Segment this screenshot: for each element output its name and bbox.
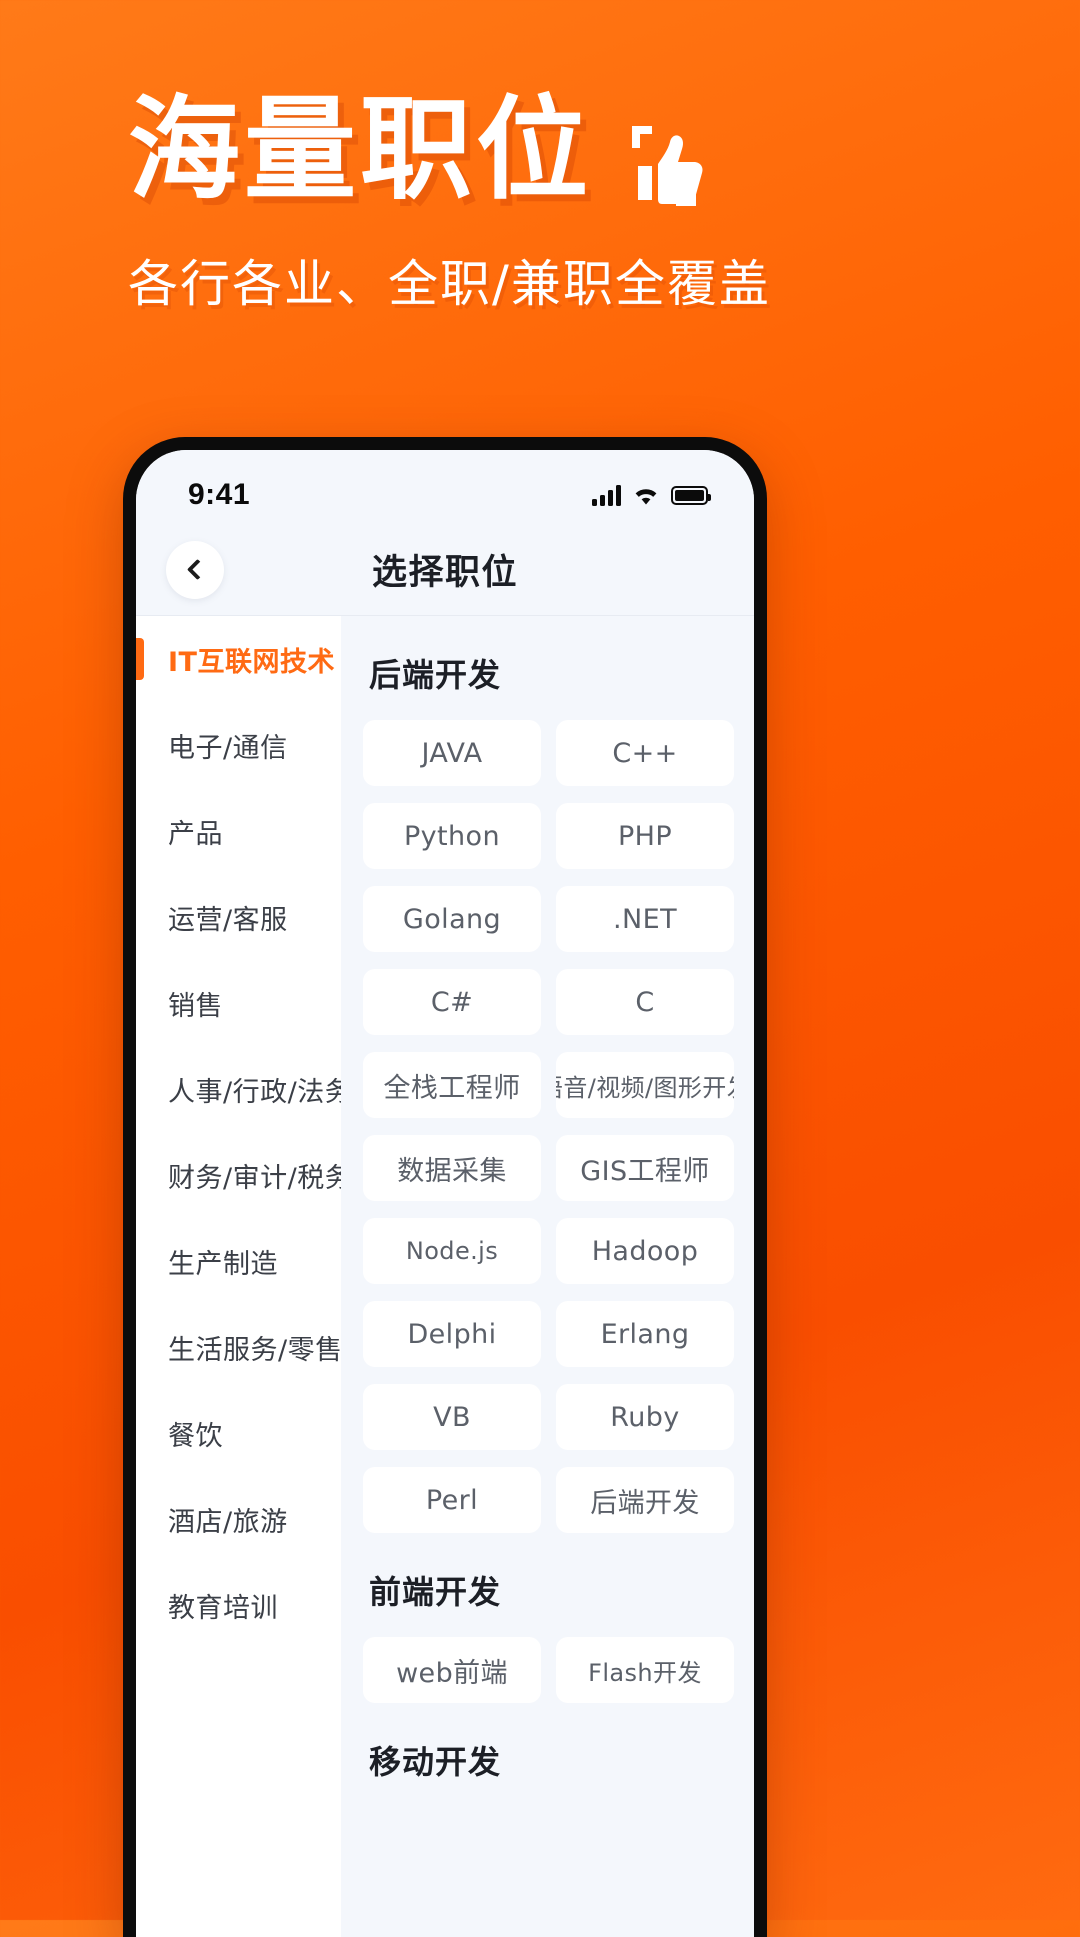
job-tag[interactable]: Erlang	[556, 1301, 734, 1367]
sidebar-item-label: IT互联网技术	[168, 646, 335, 678]
phone-screen: 9:41 选择职位 IT互联网技术 电子/通信产品运营/客服销售人事/行政/法务财…	[136, 450, 754, 1937]
tag-grid: web前端 Flash开发	[363, 1637, 734, 1703]
cellular-signal-icon	[592, 484, 621, 506]
job-tag[interactable]: 全栈工程师	[363, 1052, 541, 1118]
sidebar-item-9[interactable]: 餐饮	[136, 1390, 341, 1476]
sidebar-item-label: 餐饮	[168, 1420, 223, 1452]
job-tag[interactable]: web前端	[363, 1637, 541, 1703]
sidebar-item-1[interactable]: 电子/通信	[136, 702, 341, 788]
section-title: 后端开发	[369, 656, 502, 694]
headline-row: 海量职位	[128, 85, 1080, 215]
status-time: 9:41	[188, 478, 251, 511]
content-area: IT互联网技术 电子/通信产品运营/客服销售人事/行政/法务 财务/审计/税务 生产制…	[136, 616, 754, 1937]
job-tag[interactable]: Golang	[363, 886, 541, 952]
nav-title: 选择职位	[371, 553, 518, 593]
sidebar-item-8[interactable]: 生活服务/零售	[136, 1304, 341, 1390]
job-tag[interactable]: Node.js	[363, 1218, 541, 1284]
chevron-left-icon	[186, 558, 209, 581]
navigation-bar: 选择职位	[136, 524, 754, 616]
job-tag[interactable]: Flash开发	[556, 1637, 734, 1703]
page-subtitle: 各行各业、全职/兼职全覆盖	[128, 255, 771, 313]
sidebar-item-4[interactable]: 销售	[136, 960, 341, 1046]
sidebar-item-5[interactable]: 人事/行政/法务	[136, 1046, 341, 1132]
sidebar-item-label: 人事/行政/法务	[168, 1076, 341, 1108]
job-tag[interactable]: 语音/视频/图形开发	[556, 1052, 734, 1118]
promo-banner: 海量职位 各行各业、全职/兼职全覆盖	[0, 0, 1080, 316]
sidebar-item-label: 电子/通信	[168, 732, 288, 764]
phone-mockup: 9:41 选择职位 IT互联网技术 电子/通信产品运营/客服销售人事/行政/法务财…	[123, 437, 767, 1937]
job-tag[interactable]: Ruby	[556, 1384, 734, 1450]
battery-full-icon	[671, 485, 711, 505]
sidebar-item-3[interactable]: 运营/客服	[136, 874, 341, 960]
job-list-panel[interactable]: 后端开发JAVAC++PythonPHPGolang.NETC#C全栈工程师语音…	[341, 616, 754, 1937]
sidebar-item-10[interactable]: 酒店/旅游	[136, 1476, 341, 1562]
status-bar: 9:41	[136, 450, 754, 524]
sidebar-item-label: 生产制造	[168, 1248, 278, 1280]
sidebar-item-label: 销售	[168, 990, 223, 1022]
sidebar-item-label: 生活服务/零售	[168, 1334, 341, 1366]
job-tag[interactable]: Hadoop	[556, 1218, 734, 1284]
job-tag[interactable]: C	[556, 969, 734, 1035]
sidebar-item-7[interactable]: 生产制造	[136, 1218, 341, 1304]
section-title: 移动开发	[369, 1743, 502, 1781]
sidebar-item-11[interactable]: 教育培训	[136, 1562, 341, 1648]
back-button[interactable]	[166, 540, 224, 599]
job-tag[interactable]: C#	[363, 969, 541, 1035]
sidebar-item-label: 酒店/旅游	[168, 1506, 288, 1538]
category-sidebar[interactable]: IT互联网技术 电子/通信产品运营/客服销售人事/行政/法务 财务/审计/税务 生产制…	[136, 616, 341, 1937]
sidebar-item-0[interactable]: IT互联网技术	[136, 616, 341, 702]
job-tag[interactable]: JAVA	[363, 720, 541, 786]
job-tag[interactable]: C++	[556, 720, 734, 786]
job-tag[interactable]: 数据采集	[363, 1135, 541, 1201]
sidebar-item-label: 产品	[168, 818, 223, 850]
job-tag[interactable]: 后端开发	[556, 1467, 734, 1533]
job-tag[interactable]: GIS工程师	[556, 1135, 734, 1201]
sidebar-item-6[interactable]: 财务/审计/税务	[136, 1132, 341, 1218]
thumbs-up-icon	[618, 118, 710, 214]
sidebar-item-label: 教育培训	[168, 1592, 278, 1624]
section-title: 前端开发	[369, 1573, 502, 1611]
job-tag[interactable]: PHP	[556, 803, 734, 869]
sidebar-item-2[interactable]: 产品	[136, 788, 341, 874]
sidebar-item-label: 运营/客服	[168, 904, 288, 936]
page-title: 海量职位	[128, 85, 592, 215]
job-tag[interactable]: Python	[363, 803, 541, 869]
job-tag[interactable]: .NET	[556, 886, 734, 952]
status-icons	[592, 484, 711, 506]
job-tag[interactable]: Delphi	[363, 1301, 541, 1367]
tag-grid: JAVAC++PythonPHPGolang.NETC#C全栈工程师语音/视频/…	[363, 720, 734, 1533]
job-tag[interactable]: Perl	[363, 1467, 541, 1533]
wifi-icon	[635, 488, 657, 504]
job-tag[interactable]: VB	[363, 1384, 541, 1450]
sidebar-item-label: 财务/审计/税务	[168, 1162, 341, 1194]
